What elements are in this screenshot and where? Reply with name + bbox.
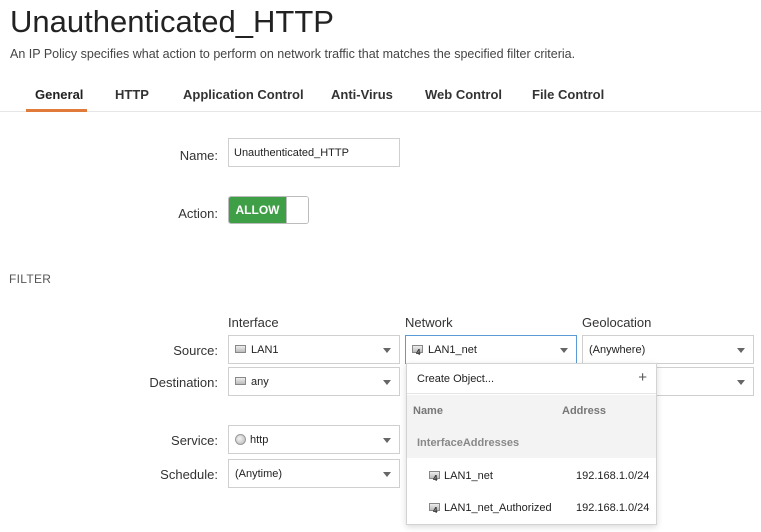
chevron-down-icon [737,348,745,353]
interface-icon [235,344,247,355]
dropdown-column-header: Name Address [407,395,656,428]
option-name: LAN1_net [444,470,493,482]
address-object-icon: 4 [429,503,441,515]
address-object-icon: 4 [412,344,424,357]
destination-interface-select[interactable]: any [228,367,400,396]
dropdown-name-header: Name [413,405,443,417]
source-geolocation-value: (Anywhere) [589,343,646,356]
name-input-value: Unauthenticated_HTTP [234,146,349,159]
filter-section-label: FILTER [9,272,52,286]
plus-icon[interactable]: + [638,369,647,386]
option-name: LAN1_net_Authorized [444,502,552,514]
tab-bar: General HTTP Application Control Anti-Vi… [0,80,761,112]
service-select[interactable]: http [228,425,400,454]
chevron-down-icon [383,472,391,477]
page-description: An IP Policy specifies what action to pe… [10,47,576,61]
dropdown-address-header: Address [562,405,607,417]
action-toggle-knob [286,197,308,223]
chevron-down-icon [560,348,568,353]
schedule-select[interactable]: (Anytime) [228,459,400,488]
source-interface-select[interactable]: LAN1 [228,335,400,364]
schedule-value: (Anytime) [235,467,283,480]
chevron-down-icon [383,348,391,353]
source-network-value: LAN1_net [428,343,477,356]
service-icon [235,434,246,445]
source-geolocation-select[interactable]: (Anywhere) [582,335,754,364]
schedule-label: Schedule: [160,467,218,482]
action-label: Action: [178,206,218,221]
tab-anti-virus[interactable]: Anti-Virus [331,87,393,102]
action-toggle-on: ALLOW [229,197,286,223]
destination-label: Destination: [149,375,218,390]
address-object-icon: 4 [429,471,441,483]
dropdown-option[interactable]: 4 LAN1_net_Authorized 192.168.1.0/24 [407,492,656,524]
interface-icon [235,376,247,387]
dropdown-option[interactable]: 4 LAN1_net 192.168.1.0/24 [407,460,656,492]
network-column-header: Network [405,315,453,330]
source-interface-value: LAN1 [251,343,279,356]
action-toggle[interactable]: ALLOW [228,196,309,224]
dropdown-group-header: InterfaceAddresses [407,428,656,458]
tab-web-control[interactable]: Web Control [425,87,502,102]
tab-general[interactable]: General [35,87,83,102]
tab-file-control[interactable]: File Control [532,87,604,102]
create-object-button[interactable]: Create Object... + [407,364,656,394]
chevron-down-icon [383,438,391,443]
service-label: Service: [171,433,218,448]
tab-http[interactable]: HTTP [115,87,149,102]
service-value: http [250,433,269,446]
source-network-select[interactable]: 4 LAN1_net [405,335,577,364]
create-object-label: Create Object... [417,372,495,385]
name-label: Name: [179,148,218,163]
network-dropdown: Create Object... + Name Address Interfac… [406,363,657,525]
page-title: Unauthenticated_HTTP [10,4,334,39]
chevron-down-icon [383,380,391,385]
option-address: 192.168.1.0/24 [576,470,650,482]
source-label: Source: [173,343,218,358]
tab-application-control[interactable]: Application Control [183,87,304,102]
name-input[interactable]: Unauthenticated_HTTP [228,138,400,167]
interface-column-header: Interface [228,315,279,330]
active-tab-indicator [26,109,87,112]
destination-interface-value: any [251,375,269,388]
geolocation-column-header: Geolocation [582,315,652,330]
chevron-down-icon [737,380,745,385]
option-address: 192.168.1.0/24 [576,502,650,514]
